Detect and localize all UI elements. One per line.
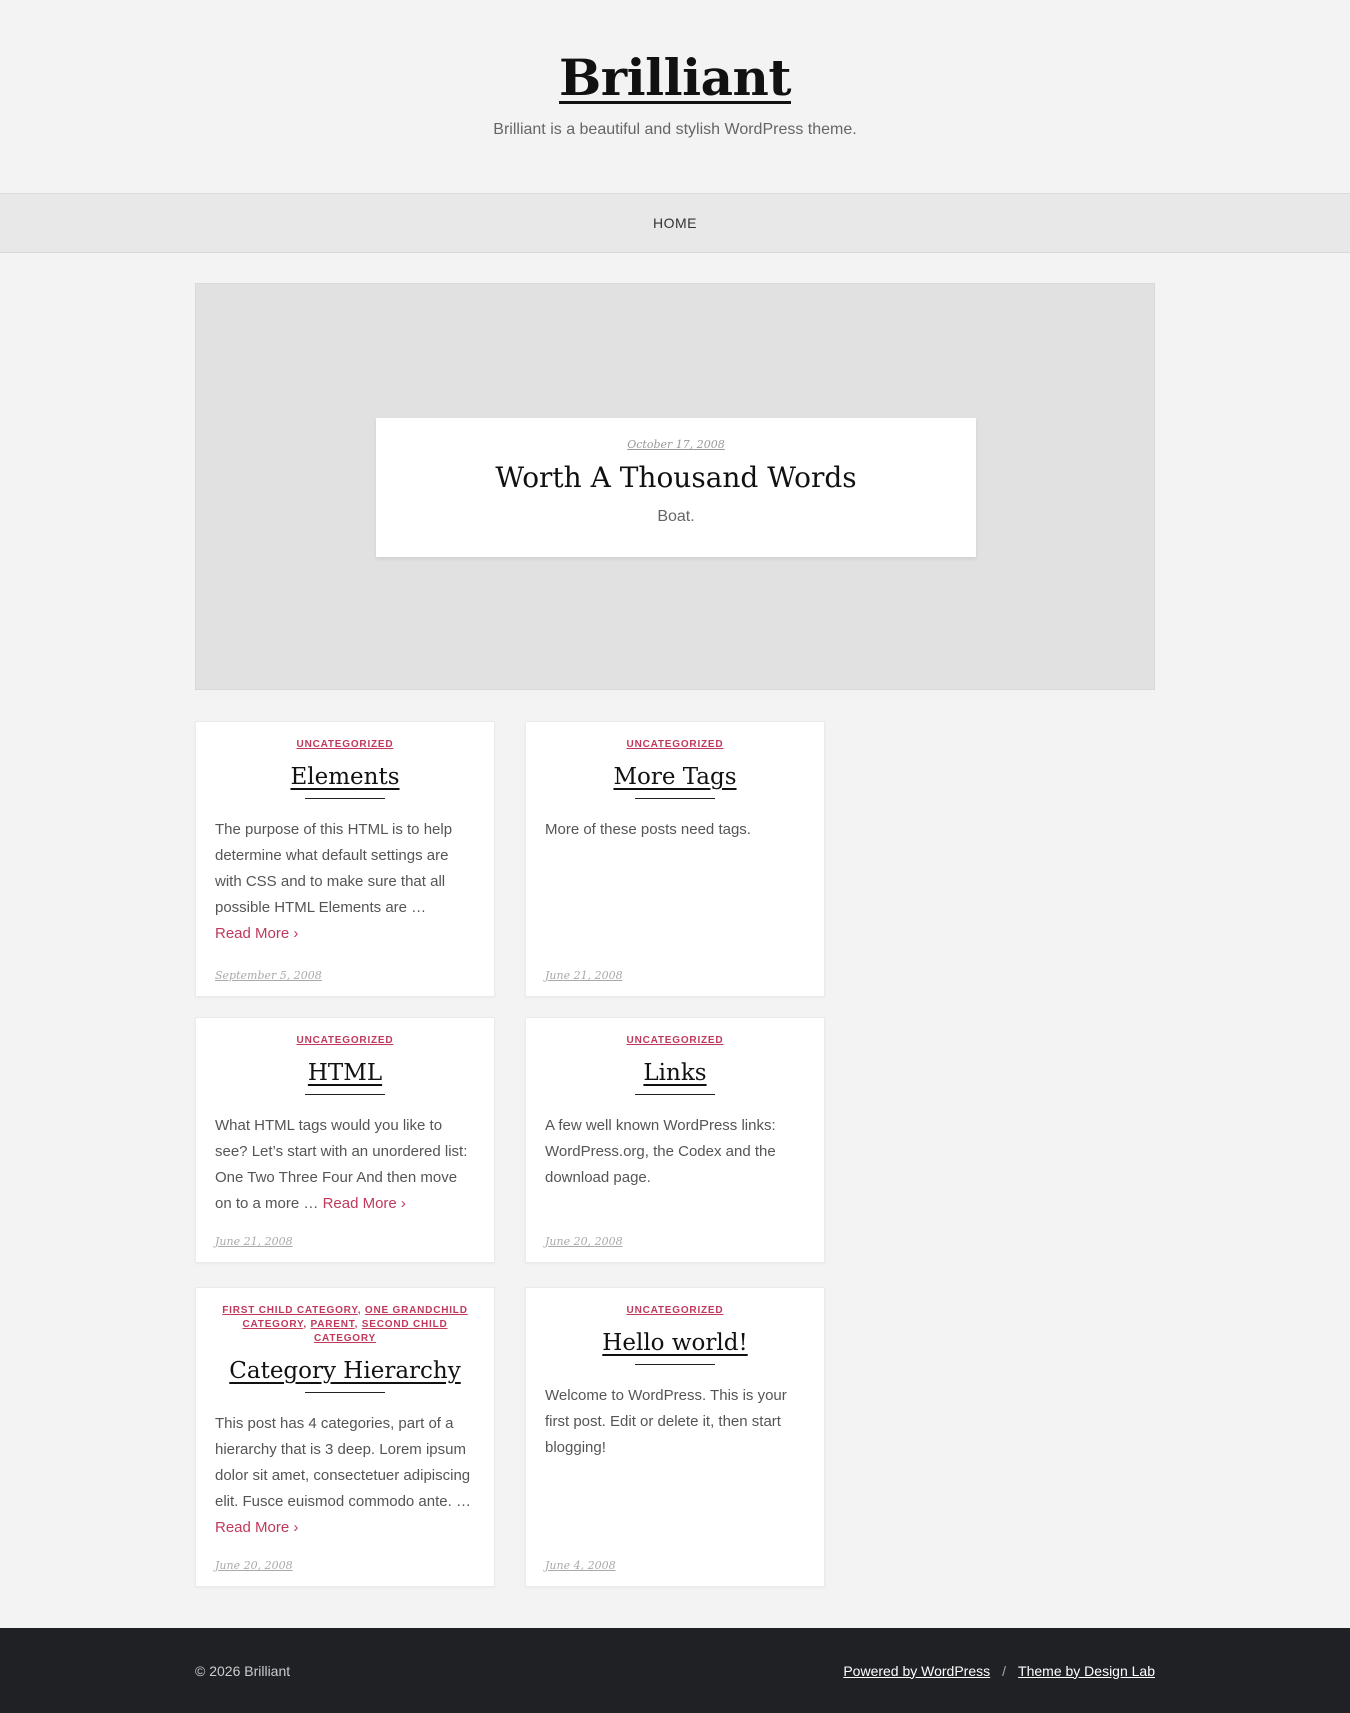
title-divider <box>305 1094 385 1095</box>
post-categories: FIRST CHILD CATEGORY, ONE GRANDCHILD CAT… <box>222 1305 468 1344</box>
featured-post-excerpt: Boat. <box>657 508 695 525</box>
category-link[interactable]: FIRST CHILD CATEGORY <box>222 1305 357 1316</box>
read-more-link[interactable]: Read More › <box>215 925 298 942</box>
post-excerpt-text: This post has 4 categories, part of a hi… <box>215 1415 471 1510</box>
post-card: UNCATEGORIZED Elements The purpose of th… <box>195 721 495 997</box>
post-title[interactable]: Hello world! <box>602 1330 747 1356</box>
post-date[interactable]: June 21, 2008 <box>215 1235 293 1248</box>
post-card: FIRST CHILD CATEGORY, ONE GRANDCHILD CAT… <box>195 1287 495 1587</box>
post-card: UNCATEGORIZED Links A few well known Wor… <box>525 1017 825 1263</box>
nav-item-home[interactable]: HOME <box>653 215 697 231</box>
featured-post-title[interactable]: Worth A Thousand Words <box>376 461 976 494</box>
site-footer: © 2026 Brilliant Powered by WordPress / Th… <box>0 1628 1350 1713</box>
category-link[interactable]: UNCATEGORIZED <box>627 1035 724 1046</box>
post-categories: UNCATEGORIZED <box>546 738 804 752</box>
site-title[interactable]: Brilliant <box>559 48 791 107</box>
category-link[interactable]: PARENT <box>311 1319 355 1330</box>
post-categories: UNCATEGORIZED <box>546 1034 804 1048</box>
post-excerpt: More of these posts need tags. <box>545 821 751 838</box>
footer-separator: / <box>1002 1662 1007 1679</box>
post-title[interactable]: Links <box>643 1060 706 1086</box>
post-excerpt: The purpose of this HTML is to help dete… <box>215 817 475 947</box>
footer-copyright: © 2026 Brilliant <box>195 1662 291 1679</box>
post-date[interactable]: September 5, 2008 <box>215 969 322 982</box>
main-content: October 17, 2008 Worth A Thousand Words … <box>195 283 1155 1591</box>
category-link[interactable]: UNCATEGORIZED <box>627 1305 724 1316</box>
main-nav: HOME <box>0 193 1350 253</box>
post-title[interactable]: Category Hierarchy <box>229 1358 460 1384</box>
category-link[interactable]: UNCATEGORIZED <box>627 739 724 750</box>
post-categories: UNCATEGORIZED <box>546 1304 804 1318</box>
featured-post-box: October 17, 2008 Worth A Thousand Words … <box>376 418 976 557</box>
post-excerpt: A few well known WordPress links: WordPr… <box>545 1117 776 1186</box>
post-card: UNCATEGORIZED HTML What HTML tags would … <box>195 1017 495 1263</box>
post-card: UNCATEGORIZED More Tags More of these po… <box>525 721 825 997</box>
site-tagline: Brilliant is a beautiful and stylish Wor… <box>493 121 857 138</box>
post-excerpt: This post has 4 categories, part of a hi… <box>215 1411 475 1541</box>
read-more-link[interactable]: Read More › <box>323 1195 406 1212</box>
post-date[interactable]: June 20, 2008 <box>545 1235 623 1248</box>
featured-post-date[interactable]: October 17, 2008 <box>376 438 976 451</box>
site-header: Brilliant Brilliant is a beautiful and s… <box>0 0 1350 193</box>
post-categories: UNCATEGORIZED <box>216 738 474 752</box>
post-excerpt: Welcome to WordPress. This is your first… <box>545 1387 787 1456</box>
theme-credit-link[interactable]: Theme by Design Lab <box>1018 1663 1155 1679</box>
footer-links: Powered by WordPress / Theme by Design Lab <box>843 1663 1155 1679</box>
title-divider <box>635 1364 715 1365</box>
title-divider <box>635 1094 715 1095</box>
footer-inner: © 2026 Brilliant Powered by WordPress / Th… <box>195 1628 1155 1713</box>
post-date[interactable]: June 20, 2008 <box>215 1559 293 1572</box>
powered-by-link[interactable]: Powered by WordPress <box>843 1663 990 1679</box>
title-divider <box>635 798 715 799</box>
post-categories: UNCATEGORIZED <box>216 1034 474 1048</box>
post-card: UNCATEGORIZED Hello world! Welcome to Wo… <box>525 1287 825 1587</box>
post-excerpt: What HTML tags would you like to see? Le… <box>215 1113 475 1217</box>
title-divider <box>305 1392 385 1393</box>
post-excerpt-text: The purpose of this HTML is to help dete… <box>215 821 453 916</box>
post-title[interactable]: Elements <box>290 764 399 790</box>
featured-post: October 17, 2008 Worth A Thousand Words … <box>195 283 1155 690</box>
category-link[interactable]: UNCATEGORIZED <box>297 739 394 750</box>
post-grid: UNCATEGORIZED Elements The purpose of th… <box>195 721 1155 1591</box>
post-title[interactable]: More Tags <box>613 764 736 790</box>
post-title[interactable]: HTML <box>308 1060 382 1086</box>
read-more-link[interactable]: Read More › <box>215 1519 298 1536</box>
post-date[interactable]: June 21, 2008 <box>545 969 623 982</box>
category-link[interactable]: UNCATEGORIZED <box>297 1035 394 1046</box>
title-divider <box>305 798 385 799</box>
post-date[interactable]: June 4, 2008 <box>545 1559 616 1572</box>
